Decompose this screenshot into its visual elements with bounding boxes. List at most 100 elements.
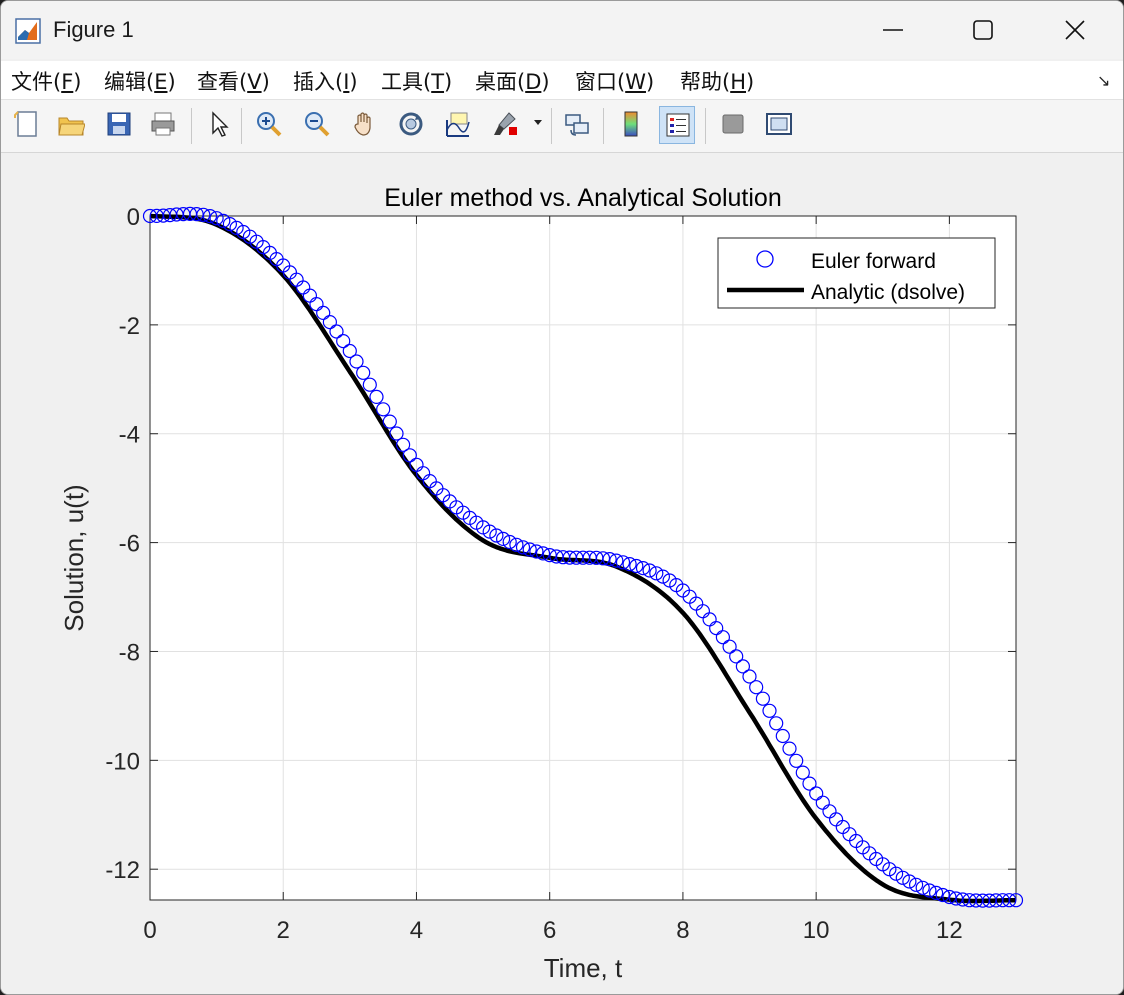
menu-item-label: 工具( bbox=[381, 70, 432, 94]
menu-item-label-end: ) bbox=[541, 70, 550, 94]
menu-item-label-end: ) bbox=[167, 70, 176, 94]
figure-toolbar bbox=[1, 100, 1123, 153]
y-axis-label: Solution, u(t) bbox=[59, 484, 89, 631]
menu-item-h[interactable]: 帮助(H) bbox=[680, 66, 754, 96]
brush-dropdown-arrow-icon[interactable] bbox=[533, 114, 543, 132]
x-tick-label: 4 bbox=[410, 917, 423, 944]
menu-item-accesskey: E bbox=[154, 70, 168, 94]
zoom-out-icon bbox=[305, 112, 330, 137]
colorbar-tool-button[interactable] bbox=[613, 106, 649, 144]
menu-item-label: 桌面( bbox=[475, 70, 526, 94]
menu-item-w[interactable]: 窗口(W) bbox=[575, 66, 654, 96]
chart-title: Euler method vs. Analytical Solution bbox=[384, 184, 781, 212]
brush-icon bbox=[494, 112, 517, 135]
toolbar-separator bbox=[603, 108, 604, 144]
menu-item-accesskey: F bbox=[61, 70, 74, 94]
x-tick-label: 10 bbox=[803, 917, 830, 944]
menu-item-label-end: ) bbox=[746, 70, 755, 94]
legend-tool-button[interactable] bbox=[659, 106, 695, 144]
maximize-icon bbox=[973, 20, 993, 40]
menu-item-v[interactable]: 查看(V) bbox=[197, 66, 270, 96]
menu-item-label: 插入( bbox=[293, 70, 344, 94]
print-tool-button[interactable] bbox=[145, 106, 181, 144]
close-icon bbox=[1065, 20, 1085, 40]
show-plot-tools-icon bbox=[766, 113, 792, 135]
menu-item-accesskey: D bbox=[525, 70, 542, 94]
link-plot-icon bbox=[565, 114, 589, 136]
x-tick-label: 6 bbox=[543, 917, 556, 944]
menu-item-label-end: ) bbox=[444, 70, 453, 94]
rotate-3d-icon bbox=[399, 112, 423, 136]
zoom-in-tool-button[interactable] bbox=[251, 106, 287, 144]
title-bar[interactable]: Figure 1 bbox=[1, 1, 1123, 59]
edit-plot-arrow-icon bbox=[212, 111, 229, 137]
matlab-logo-icon bbox=[15, 18, 41, 44]
menu-bar: 文件(F) 编辑(E) 查看(V) 插入(I) 工具(T) 桌面(D) 窗口(W) 帮助(H)… bbox=[1, 61, 1123, 100]
y-tick-label: -6 bbox=[119, 531, 140, 558]
y-tick-label: -10 bbox=[105, 748, 140, 775]
menu-item-label-end: ) bbox=[261, 70, 270, 94]
menu-item-label: 编辑( bbox=[104, 70, 155, 94]
colorbar-icon bbox=[624, 111, 638, 137]
open-file-icon bbox=[58, 117, 85, 136]
data-cursor-tool-button[interactable] bbox=[439, 106, 475, 144]
plot-area[interactable]: 0 2 4 6 8 10 12 0 -2 -4 -6 -8 -10 -12 Euler method vs.… bbox=[1, 153, 1123, 994]
menu-item-label-end: ) bbox=[645, 70, 655, 94]
brush-tool-button[interactable] bbox=[487, 106, 523, 144]
y-tick-label: -8 bbox=[119, 639, 140, 666]
pan-hand-tool-button[interactable] bbox=[347, 106, 383, 144]
legend-label-euler: Euler forward bbox=[811, 250, 936, 273]
toolbar-separator bbox=[551, 108, 552, 144]
menu-item-label: 帮助( bbox=[680, 70, 731, 94]
edit-plot-arrow-tool-button[interactable] bbox=[201, 106, 237, 144]
toolbar-separator bbox=[191, 108, 192, 144]
y-tick-label: 0 bbox=[127, 204, 140, 231]
legend-label-analytic: Analytic (dsolve) bbox=[811, 281, 965, 304]
hide-plot-tools-icon bbox=[722, 114, 744, 134]
minimize-icon bbox=[883, 29, 903, 31]
y-tick-label: -4 bbox=[119, 422, 140, 449]
menu-item-accesskey: W bbox=[625, 70, 646, 94]
show-plot-tools-tool-button[interactable] bbox=[761, 106, 797, 144]
menu-item-e[interactable]: 编辑(E) bbox=[104, 66, 176, 96]
new-figure-icon bbox=[14, 111, 37, 137]
menu-item-label-end: ) bbox=[349, 70, 358, 94]
menu-item-accesskey: T bbox=[431, 70, 445, 94]
menu-item-i[interactable]: 插入(I) bbox=[293, 66, 358, 96]
zoom-in-icon bbox=[257, 112, 282, 137]
hide-plot-tools-tool-button[interactable] bbox=[715, 106, 751, 144]
x-tick-label: 8 bbox=[676, 917, 689, 944]
new-figure-tool-button[interactable] bbox=[9, 106, 45, 144]
menu-item-t[interactable]: 工具(T) bbox=[381, 66, 452, 96]
toolbar-separator bbox=[241, 108, 242, 144]
close-button[interactable] bbox=[1029, 1, 1121, 59]
menu-item-d[interactable]: 桌面(D) bbox=[475, 66, 550, 96]
x-tick-label: 12 bbox=[936, 917, 963, 944]
x-axis-label: Time, t bbox=[544, 953, 623, 983]
rotate-3d-tool-button[interactable] bbox=[393, 106, 429, 144]
figure-canvas[interactable]: 0 2 4 6 8 10 12 0 -2 -4 -6 -8 -10 -12 Euler method vs.… bbox=[1, 153, 1123, 994]
y-tick-label: -2 bbox=[119, 313, 140, 340]
toolbar-separator bbox=[705, 108, 706, 144]
menu-item-f[interactable]: 文件(F) bbox=[11, 66, 82, 96]
menu-item-label-end: ) bbox=[73, 70, 82, 94]
dock-arrow-icon[interactable]: ↘ bbox=[1097, 71, 1110, 91]
legend-icon bbox=[666, 113, 690, 137]
maximize-button[interactable] bbox=[937, 1, 1029, 59]
link-plot-tool-button[interactable] bbox=[559, 106, 595, 144]
open-file-tool-button[interactable] bbox=[53, 106, 89, 144]
menu-item-label: 查看( bbox=[197, 70, 248, 94]
print-icon bbox=[151, 112, 175, 136]
menu-item-accesskey: H bbox=[730, 70, 746, 94]
x-tick-label: 0 bbox=[143, 917, 156, 944]
y-tick-label: -12 bbox=[105, 857, 140, 884]
save-tool-button[interactable] bbox=[101, 106, 137, 144]
x-tick-label: 2 bbox=[277, 917, 290, 944]
menu-item-label: 文件( bbox=[11, 70, 62, 94]
minimize-button[interactable] bbox=[847, 1, 939, 59]
zoom-out-tool-button[interactable] bbox=[299, 106, 335, 144]
menu-item-accesskey: V bbox=[247, 70, 262, 94]
figure-window: Figure 1 文件(F) 编辑(E) 查看(V) 插入(I) 工具(T) 桌面(D) 窗… bbox=[0, 0, 1124, 995]
pan-hand-icon bbox=[354, 112, 371, 136]
save-icon bbox=[107, 112, 131, 136]
